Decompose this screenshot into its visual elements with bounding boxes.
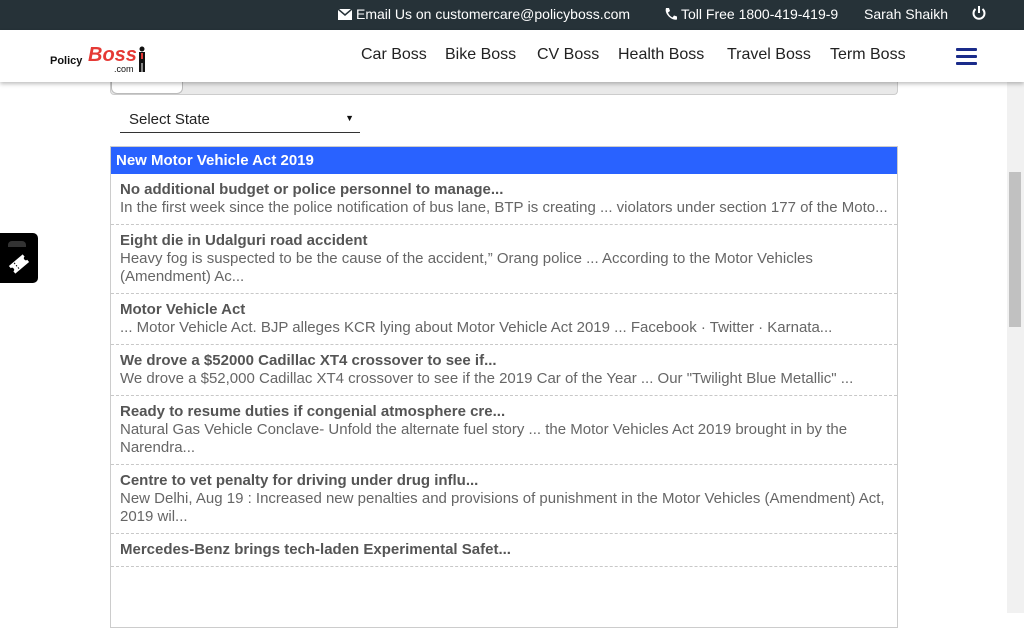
- news-title[interactable]: Motor Vehicle Act: [120, 301, 888, 319]
- ticket-icon: [8, 254, 30, 274]
- nav-cv-boss[interactable]: CV Boss: [537, 46, 599, 64]
- tab-strip: [110, 82, 898, 95]
- news-desc: Heavy fog is suspected to be the cause o…: [120, 250, 813, 285]
- news-desc: We drove a $52,000 Cadillac XT4 crossove…: [120, 370, 854, 387]
- envelope-icon: [338, 8, 352, 20]
- news-desc: In the first week since the police notif…: [120, 199, 888, 216]
- user-name-label: Sarah Shaikh: [864, 6, 949, 22]
- side-widget-tab: [8, 241, 26, 247]
- top-info-bar: Email Us on customercare@policyboss.com …: [0, 0, 1024, 30]
- news-title[interactable]: Ready to resume duties if congenial atmo…: [120, 403, 888, 421]
- news-title[interactable]: We drove a $52000 Cadillac XT4 crossover…: [120, 352, 888, 370]
- nav-health-boss[interactable]: Health Boss: [618, 46, 704, 64]
- logout-button[interactable]: [971, 5, 987, 21]
- news-desc: ... Motor Vehicle Act. BJP alleges KCR l…: [120, 319, 833, 336]
- nav-links: Car Boss Bike Boss CV Boss Health Boss T…: [0, 46, 1024, 68]
- news-title[interactable]: Centre to vet penalty for driving under …: [120, 472, 888, 490]
- news-item[interactable]: Mercedes-Benz brings tech-laden Experime…: [111, 534, 897, 567]
- nav-travel-boss[interactable]: Travel Boss: [727, 46, 811, 64]
- nav-bike-boss[interactable]: Bike Boss: [445, 46, 516, 64]
- phone-icon: [665, 8, 677, 20]
- news-item[interactable]: Centre to vet penalty for driving under …: [111, 465, 897, 534]
- phone-contact[interactable]: Toll Free 1800-419-419-9: [664, 6, 838, 22]
- hamburger-icon[interactable]: [956, 48, 977, 66]
- news-title[interactable]: No additional budget or police personnel…: [120, 181, 888, 199]
- news-panel-title: New Motor Vehicle Act 2019: [111, 147, 897, 174]
- news-desc: Natural Gas Vehicle Conclave- Unfold the…: [120, 421, 848, 456]
- state-select-label: Select State: [129, 111, 210, 128]
- dropdown-arrow-icon: ▼: [345, 113, 354, 123]
- email-text: Email Us on customercare@policyboss.com: [356, 6, 631, 22]
- power-icon: [972, 6, 986, 20]
- main-navbar: Policy Boss .com Car Boss Bike Boss CV B…: [0, 30, 1024, 82]
- email-contact[interactable]: Email Us on customercare@policyboss.com: [338, 6, 630, 22]
- news-panel: New Motor Vehicle Act 2019 No additional…: [110, 146, 898, 628]
- news-item[interactable]: We drove a $52000 Cadillac XT4 crossover…: [111, 345, 897, 396]
- news-item[interactable]: No additional budget or police personnel…: [111, 174, 897, 225]
- news-item[interactable]: Eight die in Udalguri road accident Heav…: [111, 225, 897, 294]
- phone-text: Toll Free 1800-419-419-9: [681, 6, 839, 22]
- news-title[interactable]: Eight die in Udalguri road accident: [120, 232, 888, 250]
- page-scrollbar[interactable]: [1007, 82, 1024, 613]
- scrollbar-thumb[interactable]: [1009, 172, 1021, 327]
- state-select[interactable]: Select State ▼: [120, 106, 360, 133]
- news-item[interactable]: Ready to resume duties if congenial atmo…: [111, 396, 897, 465]
- nav-term-boss[interactable]: Term Boss: [830, 46, 906, 64]
- side-ticket-widget[interactable]: [0, 233, 38, 283]
- nav-car-boss[interactable]: Car Boss: [361, 46, 427, 64]
- active-tab[interactable]: [111, 82, 183, 94]
- news-item[interactable]: Motor Vehicle Act ... Motor Vehicle Act.…: [111, 294, 897, 345]
- news-title[interactable]: Mercedes-Benz brings tech-laden Experime…: [120, 541, 888, 559]
- user-name[interactable]: Sarah Shaikh: [864, 6, 948, 22]
- news-desc: New Delhi, Aug 19 : Increased new penalt…: [120, 490, 885, 525]
